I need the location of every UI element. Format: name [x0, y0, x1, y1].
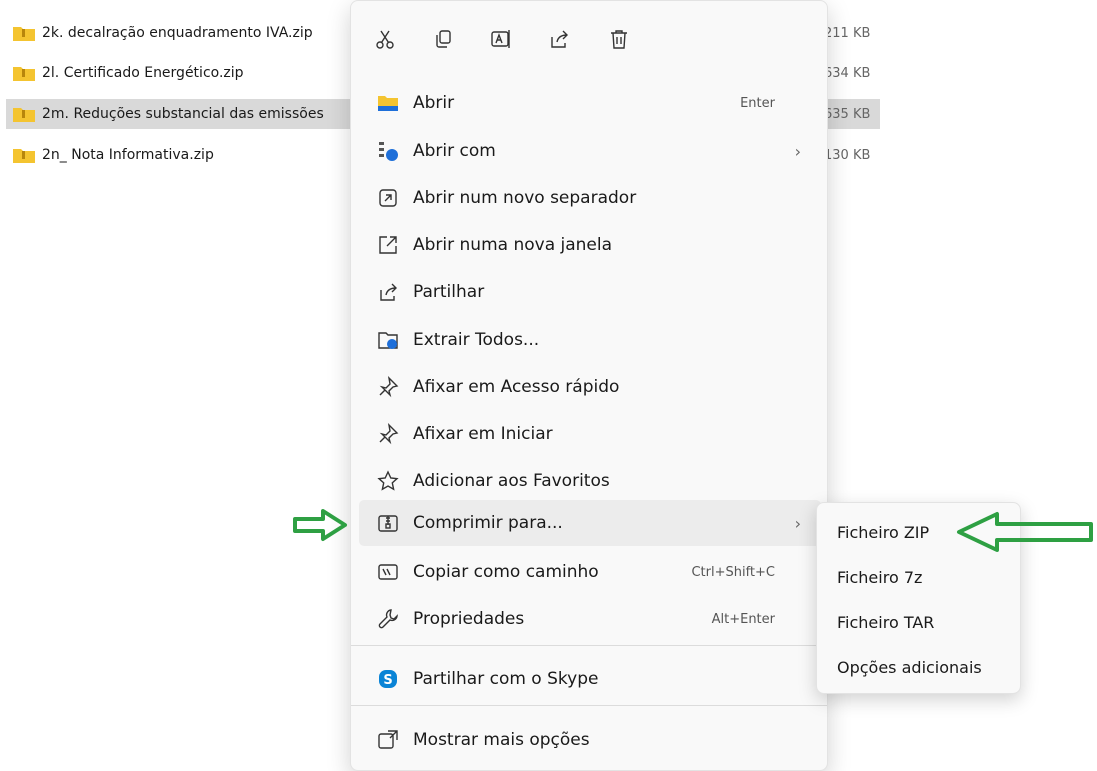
menu-item-label: Abrir com	[413, 141, 496, 161]
menu-item-shortcut: Enter	[740, 95, 775, 111]
menu-item-label: Abrir	[413, 93, 455, 113]
submenu-item-label: Opções adicionais	[837, 657, 982, 677]
menu-item-acesso-rapido[interactable]: Afixar em Acesso rápido	[359, 364, 821, 410]
skype-icon: S	[379, 670, 397, 688]
share-icon	[380, 283, 397, 301]
copy-icon	[436, 30, 451, 48]
menu-item-label: Afixar em Acesso rápido	[413, 377, 620, 397]
file-name: 2k. decalração enquadramento IVA.zip	[42, 25, 313, 41]
zip-folder-icon	[13, 108, 35, 122]
menu-item-partilhar[interactable]: Partilhar	[359, 269, 821, 315]
copy-button[interactable]	[427, 23, 459, 55]
menu-item-label: Abrir num novo separador	[413, 188, 637, 208]
new-tab-icon	[379, 189, 397, 207]
menu-item-skype[interactable]: S Partilhar com o Skype	[359, 656, 821, 702]
file-name: 2n_ Nota Informativa.zip	[42, 147, 214, 163]
chevron-right-icon: ›	[794, 141, 801, 161]
file-size: 635 KB	[824, 106, 871, 122]
delete-icon	[611, 30, 627, 49]
cut-icon	[376, 30, 394, 49]
submenu-item-tar[interactable]: Ficheiro TAR	[823, 601, 1015, 643]
new-window-icon	[379, 236, 397, 254]
submenu-item-opcoes[interactable]: Opções adicionais	[823, 646, 1015, 688]
menu-item-label: Abrir numa nova janela	[413, 235, 613, 255]
submenu-item-7z[interactable]: Ficheiro 7z	[823, 556, 1015, 598]
menu-separator	[351, 645, 827, 646]
menu-item-label: Mostrar mais opções	[413, 730, 590, 750]
menu-item-label: Extrair Todos...	[413, 330, 540, 350]
cut-button[interactable]	[369, 23, 401, 55]
wrench-icon	[378, 609, 398, 629]
delete-button[interactable]	[603, 23, 635, 55]
pin-icon	[379, 423, 399, 445]
menu-item-novo-separador[interactable]: Abrir num novo separador	[359, 175, 821, 221]
share-button[interactable]	[543, 23, 575, 55]
menu-item-copiar-caminho[interactable]: Copiar como caminho Ctrl+Shift+C	[359, 549, 821, 595]
zip-folder-icon	[13, 27, 35, 41]
menu-item-abrir[interactable]: Abrir Enter	[359, 80, 821, 126]
menu-item-label: Partilhar com o Skype	[413, 669, 599, 689]
rename-icon	[491, 30, 510, 48]
menu-item-favoritos[interactable]: Adicionar aos Favoritos	[359, 458, 821, 504]
quick-actions-bar	[351, 15, 827, 65]
pin-icon	[379, 376, 399, 398]
submenu-item-label: Ficheiro 7z	[837, 567, 923, 587]
file-size: 211 KB	[824, 25, 871, 41]
copy-path-icon	[378, 564, 398, 580]
menu-item-afixar-iniciar[interactable]: Afixar em Iniciar	[359, 411, 821, 457]
annotation-arrow-right-icon	[293, 509, 347, 541]
file-size: 130 KB	[824, 147, 871, 163]
submenu-item-label: Ficheiro TAR	[837, 612, 935, 632]
extract-icon	[378, 332, 398, 349]
menu-item-label: Propriedades	[413, 609, 525, 629]
file-name: 2l. Certificado Energético.zip	[42, 65, 244, 81]
context-menu: Abrir Enter Abrir com › Abrir num novo s…	[350, 0, 828, 771]
menu-item-label: Comprimir para...	[413, 513, 563, 533]
menu-item-comprimir[interactable]: Comprimir para... ›	[359, 500, 821, 546]
folder-icon	[378, 96, 398, 111]
zip-folder-icon	[13, 67, 35, 81]
menu-item-shortcut: Ctrl+Shift+C	[691, 564, 775, 580]
menu-item-mais-opcoes[interactable]: Mostrar mais opções	[359, 717, 821, 763]
menu-item-label: Afixar em Iniciar	[413, 424, 553, 444]
zip-folder-icon	[13, 149, 35, 163]
menu-item-extrair[interactable]: Extrair Todos...	[359, 317, 821, 363]
submenu-item-label: Ficheiro ZIP	[837, 522, 930, 542]
menu-separator	[351, 705, 827, 706]
menu-item-propriedades[interactable]: Propriedades Alt+Enter	[359, 596, 821, 642]
compress-icon	[378, 515, 398, 532]
more-options-icon	[378, 730, 398, 749]
chevron-right-icon: ›	[794, 513, 801, 533]
menu-item-shortcut: Alt+Enter	[711, 611, 775, 627]
share-icon	[551, 30, 568, 48]
menu-item-nova-janela[interactable]: Abrir numa nova janela	[359, 222, 821, 268]
annotation-arrow-left-icon	[957, 512, 1093, 552]
rename-button[interactable]	[485, 23, 517, 55]
file-size: 634 KB	[824, 65, 871, 81]
open-with-icon	[379, 142, 398, 161]
file-name: 2m. Reduções substancial das emissões	[42, 106, 324, 122]
svg-text:S: S	[383, 673, 392, 688]
menu-item-abrir-com[interactable]: Abrir com ›	[359, 128, 821, 174]
star-icon	[377, 470, 399, 491]
menu-item-label: Adicionar aos Favoritos	[413, 471, 610, 491]
menu-item-label: Partilhar	[413, 282, 485, 302]
menu-item-label: Copiar como caminho	[413, 562, 599, 582]
